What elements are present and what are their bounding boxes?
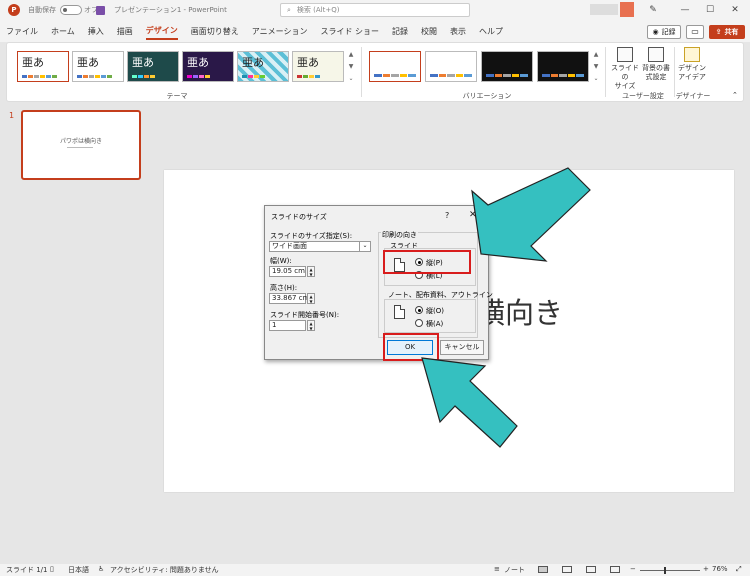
notes-button[interactable]: ノート [504, 565, 525, 575]
upper-right-arrow [471, 167, 591, 262]
accessibility-icon: ♿ [98, 565, 105, 573]
slideshow-icon[interactable] [610, 566, 620, 573]
slide-count: スライド 1/1 [6, 566, 48, 574]
zoom-level[interactable]: 76% [712, 565, 728, 573]
reading-view-icon[interactable] [586, 566, 596, 573]
normal-view-icon[interactable] [538, 566, 548, 573]
status-bar: スライド 1/1 ▯ 日本語 ♿ アクセシビリティ: 問題ありません ≡ ノート… [0, 564, 750, 576]
notes-icon: ≡ [494, 565, 500, 573]
powerpoint-window: P 自動保存 オフ プレゼンテーション1 - PowerPoint ⌕ 検索 (… [0, 0, 750, 576]
zoom-slider[interactable] [640, 570, 700, 571]
slide-sorter-icon[interactable] [562, 566, 572, 573]
accessibility-status[interactable]: アクセシビリティ: 問題ありません [110, 565, 219, 575]
spellcheck-icon[interactable]: ▯ [50, 565, 54, 573]
annotation-arrows [421, 167, 591, 448]
zoom-slider-knob[interactable] [664, 567, 666, 574]
fit-to-window-icon[interactable]: ⤢ [736, 565, 742, 574]
zoom-out-button[interactable]: − [630, 565, 636, 573]
lower-arrow [421, 357, 518, 448]
zoom-in-button[interactable]: + [703, 565, 709, 573]
language[interactable]: 日本語 [68, 565, 89, 575]
